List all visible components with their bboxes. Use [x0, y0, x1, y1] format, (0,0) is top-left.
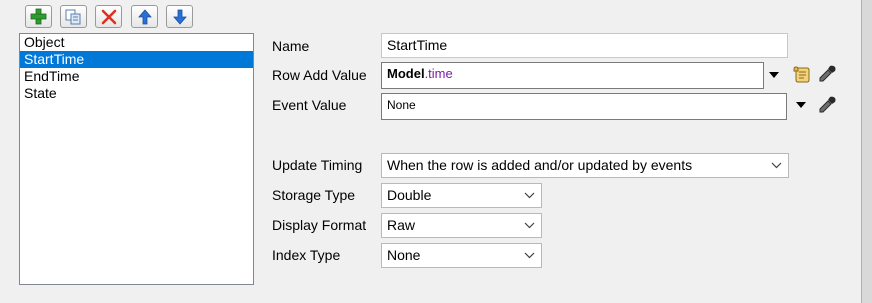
code-property: .time — [424, 66, 453, 81]
row-add-value-code-field[interactable]: Model.time — [381, 62, 764, 89]
list-item-state[interactable]: State — [20, 85, 253, 102]
name-input[interactable]: StartTime — [381, 33, 788, 58]
eyedropper-icon[interactable] — [817, 95, 837, 115]
list-item-endtime[interactable]: EndTime — [20, 68, 253, 85]
x-icon — [101, 9, 116, 24]
chevron-down-icon — [524, 244, 535, 267]
move-down-button[interactable] — [166, 5, 193, 28]
delete-button[interactable] — [95, 5, 122, 28]
add-button[interactable] — [25, 5, 52, 28]
storage-type-value: Double — [387, 187, 432, 203]
chevron-down-icon — [524, 214, 535, 237]
script-icon[interactable] — [792, 65, 812, 85]
index-type-label: Index Type — [272, 247, 341, 263]
event-value-dropdown-arrow[interactable] — [796, 102, 806, 108]
move-up-button[interactable] — [131, 5, 158, 28]
row-add-value-label: Row Add Value — [272, 67, 367, 83]
code-keyword: Model — [387, 66, 425, 81]
arrow-down-icon — [172, 9, 187, 25]
update-timing-label: Update Timing — [272, 157, 363, 173]
columns-list[interactable]: Object StartTime EndTime State — [19, 33, 254, 285]
display-format-value: Raw — [387, 217, 416, 233]
row-add-value-dropdown-arrow[interactable] — [769, 72, 779, 78]
copy-icon — [65, 9, 81, 24]
display-format-label: Display Format — [272, 217, 367, 233]
event-value-code-field[interactable]: None — [381, 93, 787, 120]
eyedropper-icon[interactable] — [817, 64, 837, 84]
index-type-value: None — [387, 247, 421, 263]
list-item-starttime[interactable]: StartTime — [20, 51, 253, 68]
update-timing-value: When the row is added and/or updated by … — [387, 157, 693, 173]
update-timing-select[interactable]: When the row is added and/or updated by … — [381, 153, 789, 178]
arrow-up-icon — [137, 8, 152, 24]
chevron-down-icon — [524, 184, 535, 207]
name-label: Name — [272, 38, 310, 54]
duplicate-button[interactable] — [60, 5, 87, 28]
storage-type-label: Storage Type — [272, 187, 356, 203]
chevron-down-icon — [771, 154, 782, 177]
display-format-select[interactable]: Raw — [381, 213, 542, 238]
list-item-object[interactable]: Object — [20, 34, 253, 51]
storage-type-select[interactable]: Double — [381, 183, 542, 208]
event-value-label: Event Value — [272, 97, 347, 113]
panel-edge — [861, 0, 872, 303]
index-type-select[interactable]: None — [381, 243, 542, 268]
plus-icon — [30, 8, 47, 25]
